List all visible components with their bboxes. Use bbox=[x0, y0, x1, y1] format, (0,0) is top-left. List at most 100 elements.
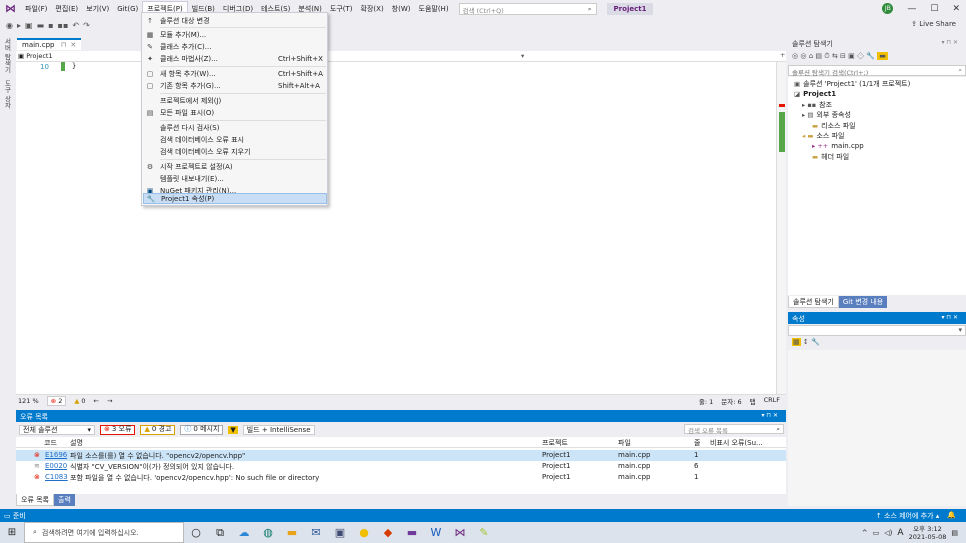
menu-item-export-template[interactable]: 템플릿 내보내기(E)... bbox=[143, 173, 327, 184]
tab-output[interactable]: 출력 bbox=[54, 494, 75, 506]
error-count-badge[interactable]: ⊗ 2 bbox=[46, 395, 67, 406]
toolbox-tab[interactable]: 도구 상자 bbox=[2, 80, 12, 108]
pin-icon[interactable]: ⊓ bbox=[61, 41, 66, 49]
tree-item-resource-files[interactable]: ▬ 리소스 파일 bbox=[812, 121, 856, 131]
cortana-icon[interactable]: ○ bbox=[184, 526, 208, 539]
outlook-icon[interactable]: ✉ bbox=[304, 526, 328, 539]
menu-tools[interactable]: 도구(T) bbox=[326, 2, 357, 16]
edge-browser-icon[interactable]: ◍ bbox=[256, 526, 280, 539]
notes-app-icon[interactable]: ▣ bbox=[328, 526, 352, 539]
tree-item-external-deps[interactable]: ▸ ▤ 외부 종속성 bbox=[802, 110, 851, 120]
error-code-link[interactable]: C1083 bbox=[45, 473, 68, 481]
new-item-icon[interactable]: ▣ bbox=[25, 21, 33, 30]
back-nav-icon[interactable]: ← bbox=[94, 397, 99, 405]
properties-object-dropdown[interactable]: ▾ bbox=[788, 325, 966, 336]
close-button[interactable]: ✕ bbox=[952, 4, 960, 14]
panel-controls[interactable]: ▾ ⊓ ✕ bbox=[941, 39, 958, 46]
restore-button[interactable]: ☐ bbox=[930, 4, 938, 14]
tree-item-source-files[interactable]: ◂ ▬ 소스 파일 bbox=[802, 131, 844, 141]
zoom-dropdown[interactable]: 121 % bbox=[18, 397, 39, 405]
error-list-search-input[interactable]: 검색 오류 목록 ⌕ bbox=[684, 424, 784, 435]
menu-git[interactable]: Git(G) bbox=[113, 3, 142, 15]
notifications-icon[interactable]: 🔔 bbox=[947, 511, 956, 521]
redo-icon[interactable]: ↷ bbox=[83, 21, 90, 30]
sync-icon[interactable]: ⇆ bbox=[832, 52, 838, 60]
tree-item-header-files[interactable]: ▬ 헤더 파일 bbox=[812, 152, 849, 162]
alphabetical-icon[interactable]: ↕ bbox=[803, 338, 809, 346]
global-search-input[interactable]: 검색 (Ctrl+Q) ⌕ bbox=[458, 2, 597, 15]
menu-item-add-class[interactable]: ✎ 클래스 추가(C)... bbox=[143, 41, 327, 52]
menu-item-class-wizard[interactable]: ✦ 클래스 마법사(Z)... Ctrl+Shift+X bbox=[143, 53, 327, 64]
paint-app-icon[interactable]: ✎ bbox=[472, 526, 496, 539]
active-document-icon[interactable]: ▬ bbox=[877, 52, 888, 60]
scope-dropdown[interactable]: 전체 솔루션 ▾ bbox=[19, 424, 95, 435]
menu-edit[interactable]: 편집(E) bbox=[51, 2, 82, 16]
file-explorer-icon[interactable]: ▬ bbox=[280, 526, 304, 539]
tray-expand-icon[interactable]: ^ bbox=[862, 529, 868, 537]
filter-icon[interactable]: ▼ bbox=[228, 425, 238, 434]
task-view-icon[interactable]: ⧉ bbox=[208, 526, 232, 540]
table-row[interactable]: ⊗ E1696 파일 소스를(를) 열 수 없습니다. "opencv2/ope… bbox=[16, 450, 786, 461]
action-center-icon[interactable]: ▤ bbox=[951, 529, 958, 537]
collapse-icon[interactable]: ⊟ bbox=[840, 52, 846, 60]
categorized-icon[interactable]: ▦ bbox=[792, 338, 801, 346]
tab-main-cpp[interactable]: main.cpp ⊓ ✕ bbox=[17, 38, 82, 50]
warning-count-badge[interactable]: ▲ 0 bbox=[74, 397, 85, 405]
code-editor[interactable]: 10 } bbox=[16, 62, 776, 394]
taskbar-clock[interactable]: 오후 3:12 2021-05-08 bbox=[909, 525, 947, 541]
menu-item-add-module[interactable]: ▦ 모듈 추가(M)... bbox=[143, 29, 327, 40]
menu-help[interactable]: 도움말(H) bbox=[415, 2, 453, 16]
tree-item-references[interactable]: ▸ ▪▪ 참조 bbox=[802, 100, 832, 110]
panel-controls[interactable]: ▾ ⊓ ✕ bbox=[761, 412, 778, 419]
col-project[interactable]: 프로젝트 bbox=[542, 438, 568, 448]
volume-icon[interactable]: ◁) bbox=[884, 529, 892, 537]
tab-error-list[interactable]: 오류 목록 bbox=[16, 494, 54, 506]
menu-file[interactable]: 파일(F) bbox=[21, 2, 51, 16]
editor-vertical-scrollbar[interactable] bbox=[776, 62, 786, 394]
switch-view-icon[interactable]: ▤ bbox=[815, 52, 822, 60]
preview-icon[interactable]: ⟐ bbox=[857, 52, 864, 60]
windows-start-icon[interactable]: ⊞ bbox=[0, 527, 24, 538]
menu-item-clear-db-errors[interactable]: 검색 데이터베이스 오류 지우기 bbox=[143, 146, 327, 157]
user-avatar[interactable]: JB bbox=[882, 3, 894, 14]
tree-item-solution[interactable]: ▣ 솔루션 'Project1' (1/1개 프로젝트) bbox=[794, 79, 910, 89]
nav-scope-chevron-icon[interactable]: ▾ bbox=[521, 52, 524, 60]
messages-filter-button[interactable]: ⓘ 0 메시지 bbox=[180, 424, 224, 435]
office-app-icon[interactable]: ◆ bbox=[376, 526, 400, 539]
menu-item-show-all-files[interactable]: ▤ 모든 파일 표시(O) bbox=[143, 107, 327, 118]
add-to-source-control-button[interactable]: ↑ 소스 제어에 추가 ▴ bbox=[876, 511, 939, 521]
menu-item-retarget-solution[interactable]: ↑ 솔루션 대상 변경 bbox=[143, 15, 327, 26]
save-all-icon[interactable]: ▪▪ bbox=[58, 21, 69, 30]
errors-filter-button[interactable]: ⊗ 3 오류 bbox=[100, 424, 136, 435]
minimize-button[interactable]: — bbox=[907, 4, 916, 14]
tab-git-changes[interactable]: Git 변경 내용 bbox=[838, 296, 888, 308]
tabs-mode[interactable]: 탭 bbox=[750, 396, 756, 406]
forward-icon[interactable]: ▸ bbox=[17, 21, 21, 30]
forward-nav-icon[interactable]: → bbox=[107, 397, 112, 405]
kakaotalk-icon[interactable]: ● bbox=[352, 526, 376, 539]
panel-controls[interactable]: ▾ ⊓ ✕ bbox=[941, 314, 958, 321]
tab-solution-explorer[interactable]: 솔루션 탐색기 bbox=[788, 296, 839, 308]
save-icon[interactable]: ▪ bbox=[48, 21, 53, 30]
undo-icon[interactable]: ↶ bbox=[72, 21, 79, 30]
onenote-icon[interactable]: ▬ bbox=[400, 526, 424, 539]
col-suppression[interactable]: 비표시 오류(Su... bbox=[710, 438, 780, 448]
error-code-link[interactable]: E1696 bbox=[45, 451, 67, 459]
tab-close-icon[interactable]: ✕ bbox=[70, 41, 76, 49]
col-description[interactable]: 설명 bbox=[70, 438, 83, 448]
tree-item-project[interactable]: ◪ Project1 bbox=[794, 90, 836, 98]
build-filter-dropdown[interactable]: 빌드 + IntelliSense ▾ bbox=[242, 424, 315, 443]
properties-icon[interactable]: 🔧 bbox=[866, 52, 875, 60]
table-row[interactable]: ⊗ C1083 포함 파일을 열 수 없습니다. 'opencv2/opencv… bbox=[16, 472, 786, 483]
menu-item-project-properties[interactable]: 🔧 Project1 속성(P) bbox=[143, 193, 327, 204]
menu-extensions[interactable]: 확장(X) bbox=[357, 2, 388, 16]
menu-window[interactable]: 창(W) bbox=[388, 2, 415, 16]
network-icon[interactable]: ▭ bbox=[873, 529, 880, 537]
live-share-button[interactable]: ⇪ Live Share bbox=[911, 20, 956, 28]
menu-item-set-startup-project[interactable]: ⚙ 시작 프로젝트로 설정(A) bbox=[143, 161, 327, 172]
menu-item-show-db-errors[interactable]: 검색 데이터베이스 오류 표시 bbox=[143, 134, 327, 145]
eol-mode[interactable]: CRLF bbox=[764, 396, 780, 406]
menu-item-exclude-from-project[interactable]: 프로젝트에서 제외(J) bbox=[143, 95, 327, 106]
menu-item-add-existing-item[interactable]: ▢ 기존 항목 추가(G)... Shift+Alt+A bbox=[143, 80, 327, 91]
pending-changes-icon[interactable]: ⏱ bbox=[824, 52, 829, 60]
